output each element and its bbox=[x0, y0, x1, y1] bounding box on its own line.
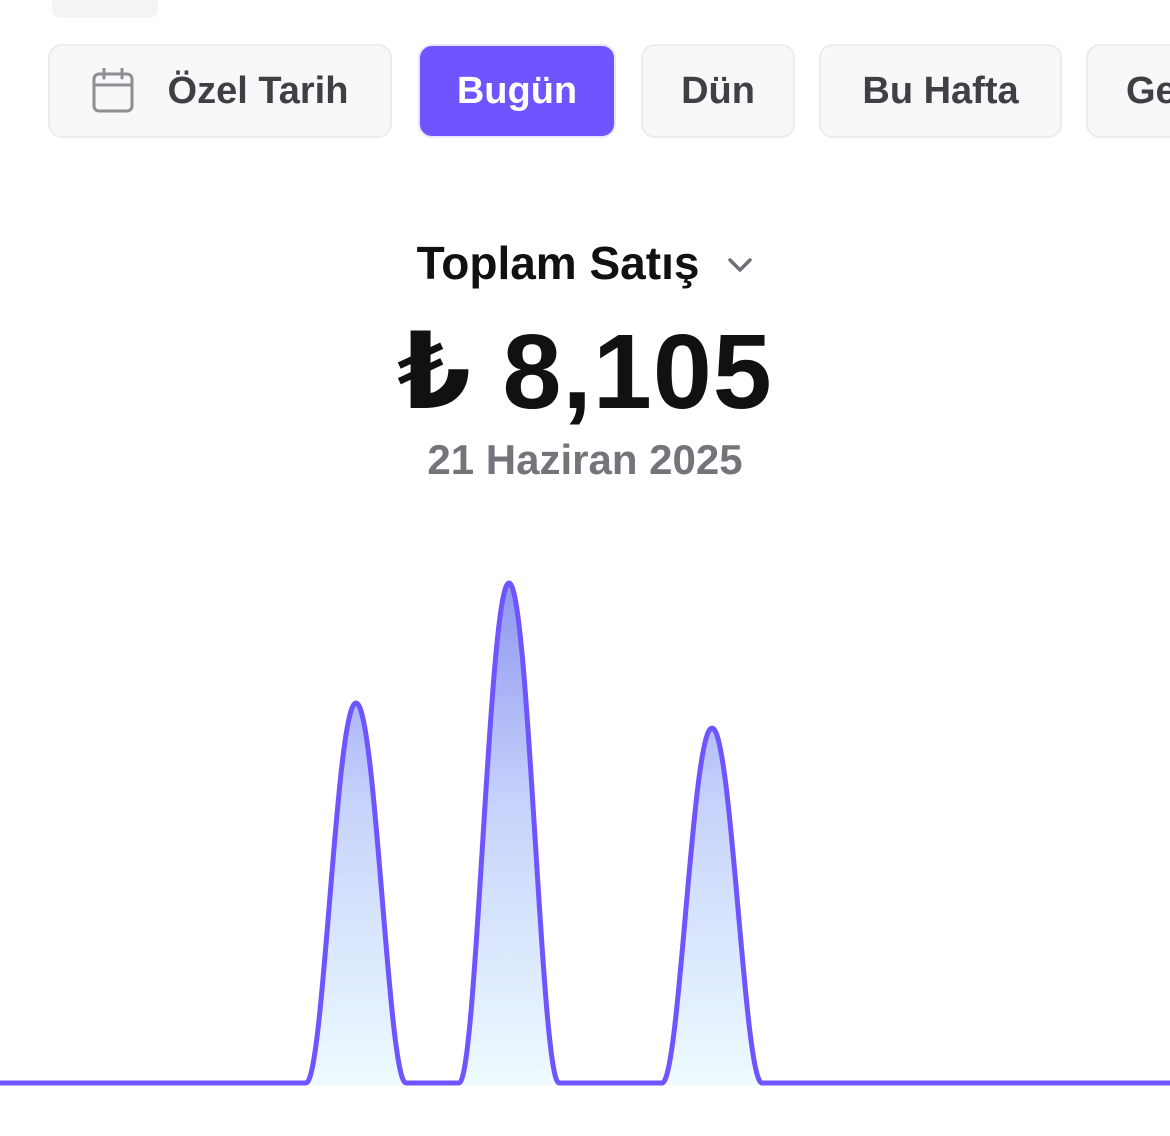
filter-partial-label: Ge bbox=[1126, 69, 1170, 112]
metric-title: Toplam Satış bbox=[416, 237, 700, 289]
chevron-down-icon bbox=[727, 257, 753, 273]
filter-today-button[interactable]: Bugün bbox=[418, 44, 616, 138]
filter-this-week-label: Bu Hafta bbox=[862, 69, 1019, 112]
top-tab-stub bbox=[52, 0, 158, 18]
filter-yesterday-button[interactable]: Dün bbox=[641, 44, 795, 138]
filter-custom-date-button[interactable]: Özel Tarih bbox=[48, 44, 392, 138]
filter-today-label: Bugün bbox=[456, 69, 578, 112]
filter-this-week-button[interactable]: Bu Hafta bbox=[819, 44, 1062, 138]
filter-custom-date-label: Özel Tarih bbox=[167, 69, 349, 112]
filter-partial-button[interactable]: Ge bbox=[1086, 44, 1170, 138]
selected-date: 21 Haziran 2025 bbox=[427, 436, 743, 483]
filter-yesterday-label: Dün bbox=[681, 69, 755, 112]
calendar-icon bbox=[92, 68, 134, 114]
sales-area-chart bbox=[0, 580, 1170, 1086]
chart-area-fill bbox=[0, 583, 1170, 1085]
chart-series-line bbox=[0, 580, 1170, 1086]
metric-selector[interactable]: Toplam Satış bbox=[0, 236, 1170, 290]
total-sales-amount: ₺ 8,105 bbox=[397, 313, 773, 431]
date-filter-bar: Özel Tarih Bugün Dün Bu Hafta Ge bbox=[48, 44, 1170, 140]
